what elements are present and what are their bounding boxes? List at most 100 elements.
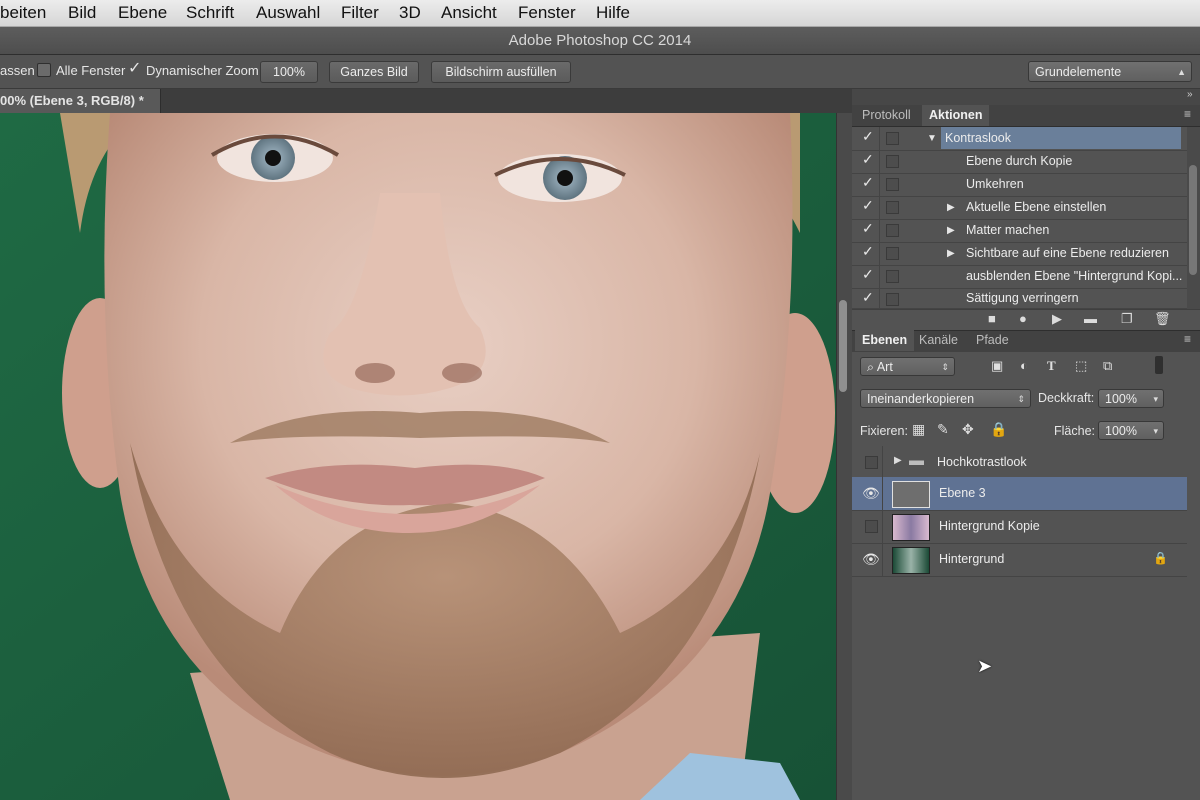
all-windows-checkbox[interactable] [37,63,51,77]
checkmark-icon[interactable]: ✓ [862,243,874,260]
checkmark-icon[interactable]: ✓ [862,128,874,145]
new-action-icon[interactable]: ❐ [1121,311,1133,327]
expand-right-icon[interactable]: ▶ [947,225,955,236]
layer-row-group[interactable]: ▶ ▬ Hochkotrastlook [852,446,1187,480]
opacity-value: 100% [1105,392,1137,406]
action-row[interactable]: ✓ ▶ Aktuelle Ebene einstellen [852,196,1187,220]
menu-item-window[interactable]: Fenster [518,3,576,23]
filter-kind-value: Art [876,360,893,374]
document-tab[interactable]: 00% (Ebene 3, RGB/8) * [0,89,161,113]
visibility-toggle-off[interactable] [865,520,878,533]
expand-down-icon[interactable]: ▼ [927,133,937,144]
menu-item-image[interactable]: Bild [68,3,96,23]
checkmark-icon[interactable]: ✓ [862,197,874,214]
actions-scroll-thumb[interactable] [1189,165,1197,275]
menu-item-select[interactable]: Auswahl [256,3,320,23]
expand-right-icon[interactable]: ▶ [947,202,955,213]
fill-screen-button[interactable]: Bildschirm ausfüllen [431,61,571,83]
type-filter-icon[interactable]: T [1047,358,1056,374]
action-row[interactable]: ✓ Umkehren [852,173,1187,197]
dynamic-zoom-checkbox[interactable]: ✓ [128,58,141,78]
layers-menu-icon[interactable]: ≡ [1184,332,1191,346]
action-label: Sichtbare auf eine Ebene reduzieren [966,246,1169,260]
checkmark-icon[interactable]: ✓ [862,174,874,191]
action-row[interactable]: ✓ ausblenden Ebene "Hintergrund Kopi... [852,265,1187,289]
window-title-bar: Adobe Photoshop CC 2014 [0,27,1200,55]
fit-screen-button[interactable]: Ganzes Bild [329,61,419,83]
stop-icon[interactable]: ■ [988,311,996,326]
opacity-field[interactable]: 100% ▾ [1098,389,1164,408]
menu-item-filter[interactable]: Filter [341,3,379,23]
menu-item-3d[interactable]: 3D [399,3,421,23]
panel-menu-icon[interactable]: ≡ [1184,107,1191,121]
layer-thumbnail [892,514,930,541]
layer-row[interactable]: Hintergrund Kopie [852,510,1187,544]
dialog-toggle-box[interactable] [886,247,899,260]
dialog-toggle-box[interactable] [886,201,899,214]
mouse-cursor-icon: ➤ [977,656,993,676]
adjustment-filter-icon[interactable]: ◐ [1020,358,1028,373]
layer-filter-dropdown[interactable]: ⌕ Art ⇕ [860,357,955,376]
action-row[interactable]: ✓ Ebene durch Kopie [852,150,1187,174]
lock-all-icon[interactable]: 🔒 [990,421,1007,438]
expand-right-icon[interactable]: ▶ [894,455,902,466]
shape-filter-icon[interactable]: ⬚ [1075,358,1087,374]
fill-value: 100% [1105,424,1137,438]
canvas-vertical-scrollbar[interactable] [836,113,853,800]
workspace-dropdown[interactable]: Grundelemente ▲ [1028,61,1192,82]
eye-icon[interactable]: 👁 [862,485,880,502]
canvas-scroll-thumb[interactable] [839,300,847,392]
menu-item-view[interactable]: Ansicht [441,3,497,23]
checkmark-icon[interactable]: ✓ [862,266,874,283]
play-icon[interactable]: ▶ [1052,311,1062,327]
lock-image-pixels-icon[interactable]: ✎ [937,421,949,438]
blend-mode-dropdown[interactable]: Ineinanderkopieren ⇕ [860,389,1031,408]
dialog-toggle-box[interactable] [886,155,899,168]
dialog-toggle-box[interactable] [886,178,899,191]
menu-item-help[interactable]: Hilfe [596,3,630,23]
layer-row[interactable]: 👁 Hintergrund 🔒 [852,543,1187,577]
zoom-value-field[interactable]: 100% [260,61,318,83]
opacity-label: Deckkraft: [1038,391,1095,405]
tab-channels[interactable]: Kanäle [912,330,965,351]
tab-actions[interactable]: Aktionen [922,105,990,126]
fill-label: Fläche: [1054,424,1095,438]
window-title: Adobe Photoshop CC 2014 [508,32,692,49]
checkmark-icon[interactable]: ✓ [862,220,874,237]
checkmark-icon[interactable]: ✓ [862,151,874,168]
trash-icon[interactable]: 🗑 [1154,311,1171,327]
eye-icon[interactable]: 👁 [862,551,880,568]
action-row[interactable]: ✓ ▶ Matter machen [852,219,1187,243]
action-label: ausblenden Ebene "Hintergrund Kopi... [966,269,1183,283]
new-set-folder-icon[interactable]: ▬ [1084,311,1097,326]
smart-object-filter-icon[interactable]: ⧉ [1103,358,1112,374]
filter-toggle-switch[interactable] [1155,356,1163,374]
action-row[interactable]: ✓ Sättigung verringern [852,288,1187,311]
lock-position-icon[interactable]: ✥ [962,421,974,438]
tab-paths[interactable]: Pfade [969,330,1016,351]
portrait-photo [0,113,836,800]
menu-item-type[interactable]: Schrift [186,3,234,23]
lock-transparent-pixels-icon[interactable]: ▦ [912,421,925,438]
checkmark-icon[interactable]: ✓ [862,289,874,306]
dialog-toggle-box[interactable] [886,270,899,283]
tab-layers[interactable]: Ebenen [855,330,915,351]
collapse-panels-icon[interactable]: » [1187,89,1193,100]
expand-right-icon[interactable]: ▶ [947,248,955,259]
layer-thumbnail [892,547,930,574]
visibility-toggle-off[interactable] [865,456,878,469]
dialog-toggle-box[interactable] [886,224,899,237]
dialog-toggle-box[interactable] [886,132,899,145]
tab-history[interactable]: Protokoll [855,105,918,126]
document-canvas[interactable] [0,113,836,800]
menu-item-edit[interactable]: beiten [0,3,46,23]
action-set-row[interactable]: ✓ ▼ Kontraslook [852,127,1187,151]
workspace-value: Grundelemente [1035,65,1122,79]
pixel-filter-icon[interactable]: ▣ [991,358,1003,374]
fill-field[interactable]: 100% ▾ [1098,421,1164,440]
dialog-toggle-box[interactable] [886,293,899,306]
action-row[interactable]: ✓ ▶ Sichtbare auf eine Ebene reduzieren [852,242,1187,266]
menu-item-layer[interactable]: Ebene [118,3,167,23]
record-icon[interactable]: ● [1019,311,1027,326]
layer-row-selected[interactable]: 👁 Ebene 3 [852,477,1187,511]
